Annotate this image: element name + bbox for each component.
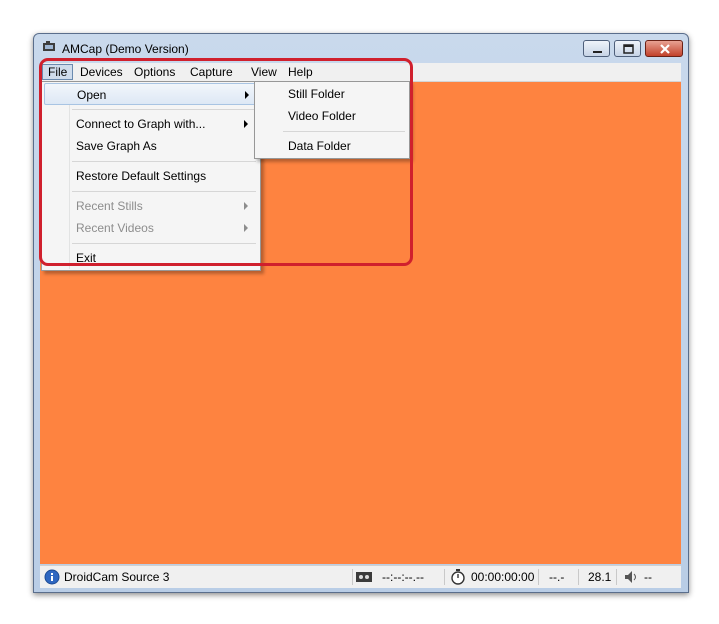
menu-item-connect-to-graph[interactable]: Connect to Graph with...: [44, 113, 256, 135]
menu-separator: [72, 161, 256, 162]
menu-capture[interactable]: Capture: [185, 64, 238, 80]
minimize-icon: [593, 51, 602, 53]
submenu-item-label: Still Folder: [288, 87, 345, 101]
status-value: --.-: [549, 570, 565, 584]
tape-icon: [356, 572, 372, 582]
menu-item-open[interactable]: Open: [44, 83, 256, 105]
camera-icon: [43, 41, 55, 51]
menu-item-label: Recent Videos: [76, 221, 154, 235]
status-framerate: 28.1: [588, 570, 612, 584]
menu-separator: [72, 243, 256, 244]
stopwatch-icon: [451, 569, 465, 585]
submenu-arrow-icon: [245, 91, 249, 99]
status-source: DroidCam Source 3: [64, 570, 170, 584]
menu-separator: [72, 109, 256, 110]
menu-item-recent-stills[interactable]: Recent Stills: [44, 195, 256, 217]
status-divider: [444, 569, 445, 585]
info-icon: [44, 569, 60, 585]
submenu-item-label: Video Folder: [288, 109, 356, 123]
menu-item-label: Exit: [76, 251, 97, 265]
status-volume: --: [644, 570, 652, 584]
menu-item-restore-defaults[interactable]: Restore Default Settings: [44, 165, 256, 187]
menu-options[interactable]: Options: [129, 64, 180, 80]
submenu-arrow-icon: [244, 224, 248, 232]
menu-item-label: Open: [77, 88, 107, 102]
menu-separator: [72, 191, 256, 192]
menu-item-recent-videos[interactable]: Recent Videos: [44, 217, 256, 239]
menu-item-label: Connect to Graph with...: [76, 117, 206, 131]
status-timecode: --:--:--.--: [382, 570, 424, 584]
submenu-item-video-folder[interactable]: Video Folder: [257, 105, 405, 127]
submenu-arrow-icon: [244, 202, 248, 210]
menu-bar: File Devices Options Capture View Help: [40, 63, 681, 82]
submenu-item-data-folder[interactable]: Data Folder: [257, 135, 405, 157]
minimize-button[interactable]: [583, 40, 610, 57]
menu-item-exit[interactable]: Exit: [44, 247, 256, 269]
open-submenu: Still Folder Video Folder Data Folder: [254, 81, 410, 159]
speaker-icon: [625, 571, 636, 583]
menu-item-label: Restore Default Settings: [76, 169, 207, 183]
menu-item-label: Recent Stills: [76, 199, 143, 213]
status-bar: DroidCam Source 3 --:--:--.-- 00:00:00:0…: [40, 565, 681, 588]
submenu-arrow-icon: [244, 120, 248, 128]
status-divider: [616, 569, 617, 585]
menu-separator: [283, 131, 405, 132]
maximize-button[interactable]: [614, 40, 641, 57]
menu-file[interactable]: File: [42, 64, 74, 80]
close-button[interactable]: [645, 40, 683, 57]
title-bar[interactable]: AMCap (Demo Version): [34, 34, 688, 62]
window-title: AMCap (Demo Version): [62, 42, 189, 56]
maximize-icon: [623, 44, 634, 54]
menu-item-save-graph-as[interactable]: Save Graph As: [44, 135, 256, 157]
status-divider: [578, 569, 579, 585]
status-elapsed: 00:00:00:00: [471, 570, 535, 584]
status-divider: [352, 569, 353, 585]
menu-help[interactable]: Help: [283, 64, 318, 80]
submenu-item-still-folder[interactable]: Still Folder: [257, 83, 405, 105]
status-divider: [538, 569, 539, 585]
menu-view[interactable]: View: [246, 64, 282, 80]
close-icon: [660, 44, 670, 54]
menu-item-label: Save Graph As: [76, 139, 157, 153]
submenu-item-label: Data Folder: [288, 139, 351, 153]
menu-devices[interactable]: Devices: [75, 64, 128, 80]
file-menu-dropdown: Open Connect to Graph with... Save Graph…: [41, 81, 261, 271]
